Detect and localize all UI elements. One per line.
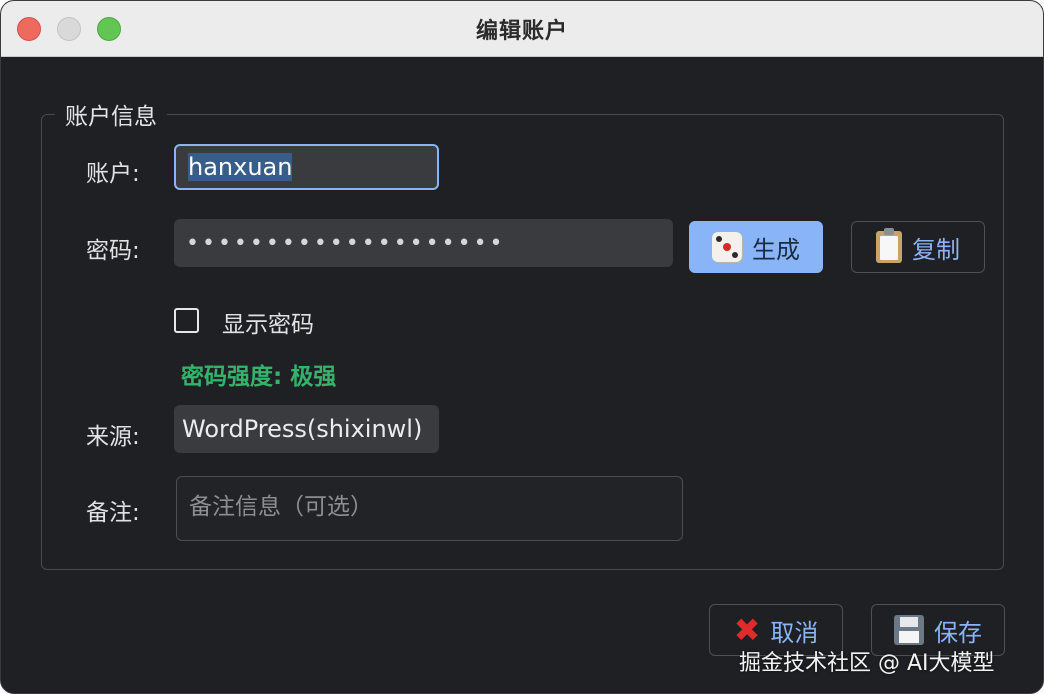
title-bar: 编辑账户 bbox=[1, 1, 1043, 57]
save-button-label: 保存 bbox=[934, 618, 982, 647]
password-label: 密码: bbox=[86, 238, 140, 264]
account-info-group-title: 账户信息 bbox=[55, 97, 167, 131]
edit-account-dialog: 编辑账户 账户信息 账户: hanxuan 密码: ••••••••••••••… bbox=[0, 0, 1044, 694]
generate-button-label: 生成 bbox=[752, 235, 800, 264]
notes-label: 备注: bbox=[86, 500, 140, 526]
password-strength-text: 密码强度: 极强 bbox=[181, 364, 337, 390]
account-input-value: hanxuan bbox=[188, 153, 293, 181]
copy-button-label: 复制 bbox=[912, 235, 960, 264]
clipboard-icon bbox=[876, 228, 902, 263]
notes-textarea[interactable]: 备注信息（可选） bbox=[176, 476, 683, 541]
watermark: 掘金技术社区 @ AI大模型 bbox=[739, 651, 995, 676]
dice-icon bbox=[712, 232, 742, 262]
password-input[interactable]: •••••••••••••••••••• bbox=[174, 219, 673, 267]
show-password-label[interactable]: 显示密码 bbox=[222, 305, 314, 339]
show-password-checkbox[interactable] bbox=[174, 308, 199, 333]
account-label: 账户: bbox=[86, 161, 140, 187]
source-input[interactable]: WordPress(shixinwl) bbox=[174, 405, 439, 453]
x-icon: ✖ bbox=[733, 611, 761, 649]
generate-password-button[interactable]: 生成 bbox=[689, 221, 823, 273]
source-label: 来源: bbox=[86, 424, 140, 450]
copy-password-button[interactable]: 复制 bbox=[851, 221, 985, 273]
window-title: 编辑账户 bbox=[475, 19, 568, 44]
floppy-disk-icon bbox=[894, 615, 924, 645]
account-input[interactable]: hanxuan bbox=[174, 144, 439, 190]
cancel-button-label: 取消 bbox=[770, 618, 819, 647]
